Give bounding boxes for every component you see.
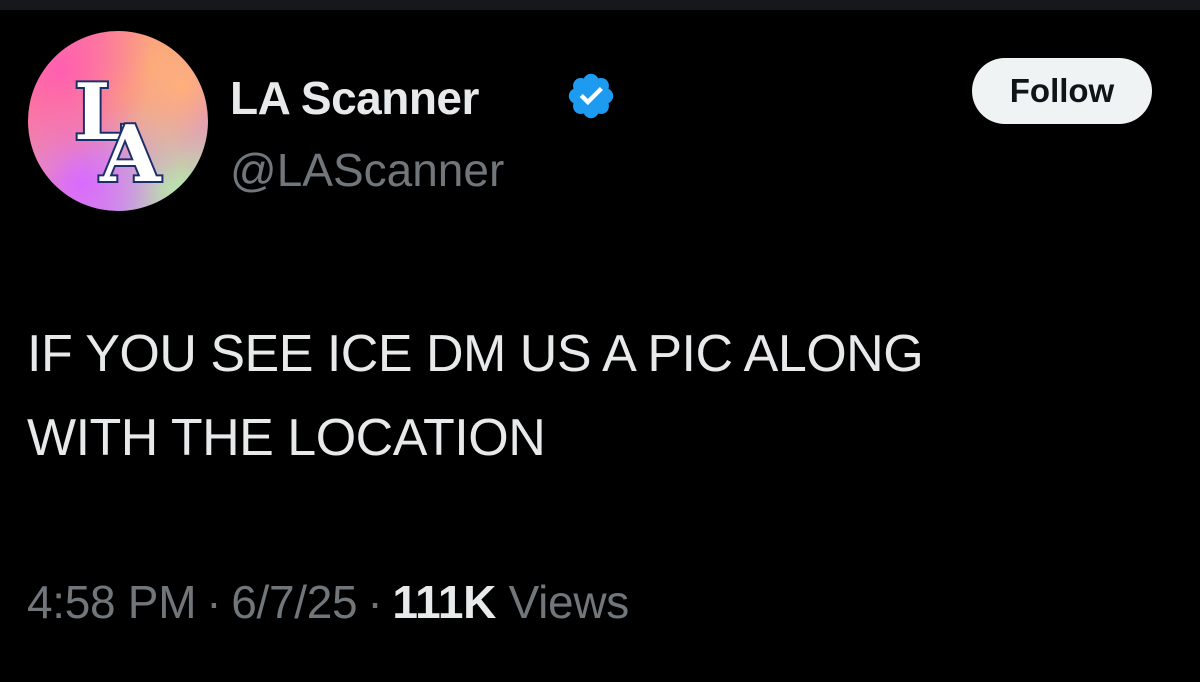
tweet-time[interactable]: 4:58 PM xyxy=(27,576,197,628)
author-handle[interactable]: @LAScanner xyxy=(230,142,504,198)
avatar[interactable]: L A xyxy=(28,31,208,211)
author-display-name[interactable]: LA Scanner xyxy=(230,70,479,126)
separator-dot: · xyxy=(367,576,383,628)
tweet-text-line: WITH THE LOCATION xyxy=(27,409,546,467)
separator-dot: · xyxy=(206,576,222,628)
svg-text:A: A xyxy=(99,109,162,200)
tweet-card: L A LA Scanner @LAScanner Follow IF YOU … xyxy=(0,10,1200,682)
follow-button[interactable]: Follow xyxy=(972,58,1152,124)
views-label: Views xyxy=(508,576,630,628)
verified-badge-icon xyxy=(568,73,614,119)
la-logo-icon: L A xyxy=(72,65,164,202)
tweet-text: IF YOU SEE ICE DM US A PIC ALONG WITH TH… xyxy=(27,312,1177,480)
top-strip xyxy=(0,0,1200,10)
views-count: 111K xyxy=(392,576,497,628)
tweet-date[interactable]: 6/7/25 xyxy=(231,576,357,628)
tweet-text-line: IF YOU SEE ICE DM US A PIC ALONG xyxy=(27,325,924,383)
tweet-metadata: 4:58 PM · 6/7/25 · 111K Views xyxy=(27,572,629,632)
